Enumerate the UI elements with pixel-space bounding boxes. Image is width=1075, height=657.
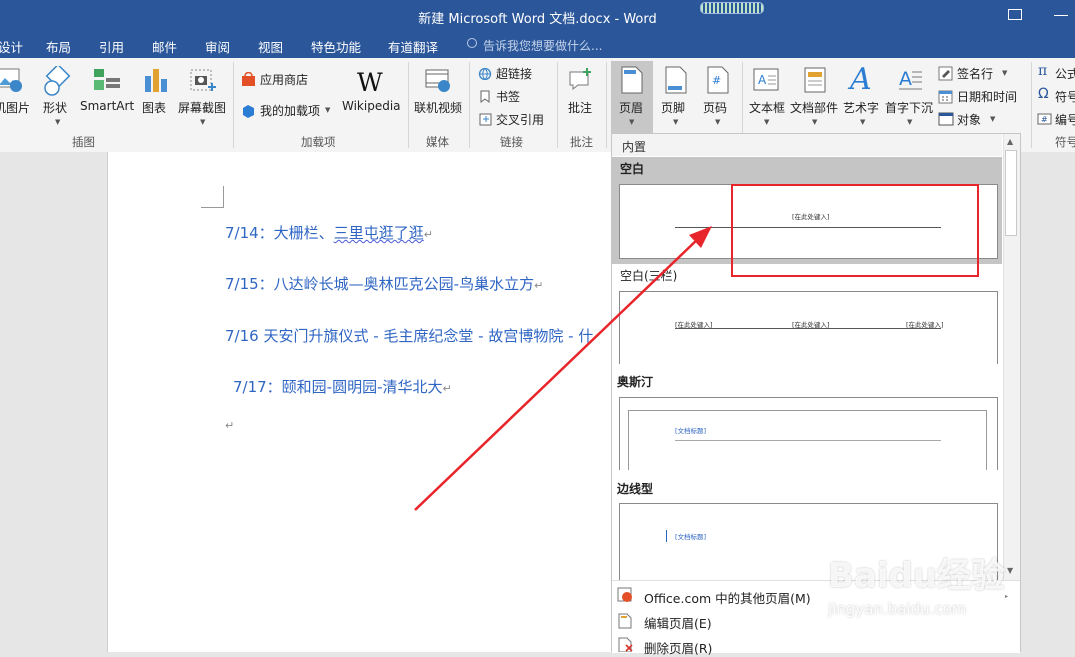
- watermark-brand: Baidu经验: [828, 556, 1006, 596]
- watermark-url: jingyan.baidu.com: [828, 600, 967, 618]
